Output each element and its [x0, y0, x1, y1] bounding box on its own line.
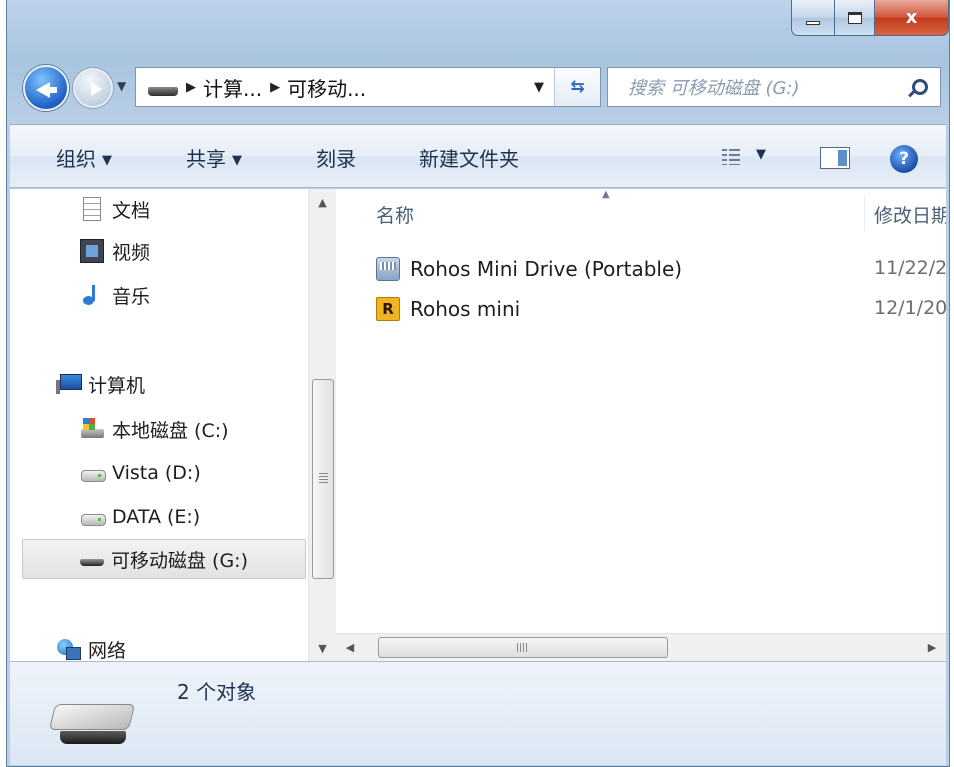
- scrollbar-thumb[interactable]: [378, 637, 668, 658]
- organize-label: 组织: [56, 147, 96, 171]
- minimize-icon: [806, 20, 820, 25]
- icon-letter: R: [382, 300, 394, 318]
- file-list: ▲ 名称 修改日期 Rohos Mini Drive (Portable) 11…: [336, 189, 946, 661]
- chevron-down-icon: ▼: [232, 153, 242, 168]
- nav-item-label: 网络: [88, 639, 127, 662]
- details-pane: 2 个对象: [10, 661, 946, 765]
- rohos-r-icon: R: [376, 297, 400, 321]
- nav-item-label: 本地磁盘 (C:): [112, 419, 229, 442]
- content-area: 文档 视频 音乐 计算机 本地磁盘 (C:) Vista (D:) DATA (…: [10, 189, 946, 661]
- address-bar[interactable]: ▶ 计算... ▶ 可移动... ▼ ⇆: [135, 67, 601, 107]
- explorer-window: x ▼ ▶ 计算... ▶ 可移动... ▼ ⇆ 搜索 可移动磁盘 (G:) 组…: [6, 0, 950, 767]
- drive-body: [48, 704, 136, 730]
- nav-item-videos[interactable]: 视频: [80, 231, 150, 271]
- removable-drive-icon: [48, 700, 136, 750]
- refresh-button[interactable]: ⇆: [554, 68, 600, 106]
- file-row[interactable]: Rohos Mini Drive (Portable) 11/22/2: [376, 251, 946, 287]
- grip-icon: [517, 643, 527, 652]
- file-list-scrollbar[interactable]: ◀ ▶: [336, 633, 946, 661]
- breadcrumb-arrow-icon[interactable]: ▶: [270, 80, 280, 95]
- help-glyph: ?: [899, 149, 909, 169]
- scroll-left-icon[interactable]: ◀: [336, 634, 364, 661]
- file-date: 11/22/2: [874, 257, 946, 279]
- music-icon: [80, 283, 104, 307]
- breadcrumb-computer[interactable]: 计算...: [203, 73, 262, 102]
- nav-item-documents[interactable]: 文档: [80, 189, 150, 229]
- search-box[interactable]: 搜索 可移动磁盘 (G:): [607, 67, 941, 107]
- nav-item-label: 音乐: [112, 285, 151, 308]
- videos-icon: [80, 239, 104, 263]
- scroll-up-icon[interactable]: ▲: [309, 189, 336, 215]
- removable-drive-icon: [148, 86, 178, 96]
- nav-item-music[interactable]: 音乐: [80, 275, 150, 315]
- nav-item-label: 计算机: [88, 374, 146, 397]
- scroll-right-icon[interactable]: ▶: [918, 634, 946, 661]
- close-button[interactable]: x: [875, 0, 949, 36]
- file-name: Rohos Mini Drive (Portable): [410, 257, 683, 281]
- nav-item-label: DATA (E:): [112, 506, 201, 528]
- sort-ascending-icon: ▲: [602, 189, 610, 200]
- back-button[interactable]: [23, 65, 69, 111]
- chevron-down-icon[interactable]: ▼: [756, 147, 766, 162]
- breadcrumb-removable-disk[interactable]: 可移动...: [287, 73, 366, 102]
- close-icon: x: [905, 7, 918, 28]
- nav-item-vista-d[interactable]: Vista (D:): [80, 453, 201, 493]
- column-header-date-modified[interactable]: 修改日期: [874, 201, 946, 228]
- caption-buttons: x: [791, 0, 949, 36]
- new-folder-label: 新建文件夹: [419, 147, 519, 171]
- nav-item-label: 视频: [112, 241, 151, 264]
- chevron-down-icon: ▼: [102, 153, 112, 168]
- command-bar: 组织 ▼ 共享 ▼ 刻录 新建文件夹 ▼ ?: [10, 124, 946, 188]
- forward-button[interactable]: [73, 68, 113, 108]
- new-folder-button[interactable]: 新建文件夹: [419, 143, 519, 172]
- column-header-name[interactable]: 名称: [376, 201, 414, 228]
- nav-item-label: Vista (D:): [112, 462, 201, 484]
- removable-drive-icon: [79, 547, 104, 571]
- maximize-icon: [847, 11, 862, 24]
- organize-button[interactable]: 组织 ▼: [56, 143, 112, 172]
- search-icon[interactable]: [912, 79, 928, 95]
- computer-icon: [56, 372, 82, 396]
- nav-item-data-e[interactable]: DATA (E:): [80, 497, 200, 537]
- minimize-button[interactable]: [791, 0, 835, 36]
- documents-icon: [83, 197, 101, 221]
- nav-item-local-disk-c[interactable]: 本地磁盘 (C:): [80, 409, 229, 449]
- scrollbar-thumb[interactable]: [312, 379, 334, 579]
- navigation-pane: 文档 视频 音乐 计算机 本地磁盘 (C:) Vista (D:) DATA (…: [10, 189, 308, 661]
- nav-item-label: 可移动磁盘 (G:): [111, 549, 248, 572]
- nav-item-removable-g[interactable]: 可移动磁盘 (G:): [22, 539, 306, 579]
- share-button[interactable]: 共享 ▼: [186, 143, 242, 172]
- local-disk-icon: [80, 417, 104, 441]
- change-view-icon[interactable]: [722, 149, 740, 165]
- maximize-button[interactable]: [835, 0, 875, 36]
- scroll-down-icon[interactable]: ▼: [309, 635, 336, 661]
- burn-label: 刻录: [316, 147, 356, 171]
- nav-item-network[interactable]: 网络: [56, 629, 126, 661]
- share-label: 共享: [186, 147, 226, 171]
- drive-base: [60, 731, 126, 744]
- file-row[interactable]: R Rohos mini 12/1/20: [376, 291, 946, 327]
- search-placeholder: 搜索 可移动磁盘 (G:): [628, 78, 800, 99]
- navigation-pane-scrollbar[interactable]: ▲ ▼: [308, 189, 336, 661]
- nav-item-label: 文档: [112, 199, 151, 222]
- burn-button[interactable]: 刻录: [316, 143, 356, 172]
- grip-icon: [319, 473, 328, 483]
- hard-drive-icon: [80, 505, 106, 529]
- application-icon: [376, 257, 400, 281]
- item-count: 2 个对象: [177, 680, 257, 704]
- column-divider[interactable]: [864, 195, 865, 231]
- preview-pane-icon[interactable]: [820, 147, 850, 169]
- breadcrumb-arrow-icon[interactable]: ▶: [186, 80, 196, 95]
- address-dropdown-icon[interactable]: ▼: [534, 80, 544, 95]
- hard-drive-icon: [80, 461, 106, 485]
- file-date: 12/1/20: [874, 297, 946, 319]
- network-icon: [56, 637, 81, 661]
- navigation-bar: ▼ ▶ 计算... ▶ 可移动... ▼ ⇆ 搜索 可移动磁盘 (G:): [17, 62, 941, 114]
- refresh-icon: ⇆: [570, 77, 585, 97]
- column-header-row: ▲ 名称 修改日期: [336, 189, 946, 237]
- nav-item-computer[interactable]: 计算机: [56, 364, 145, 404]
- help-icon[interactable]: ?: [890, 145, 918, 173]
- recent-pages-dropdown[interactable]: ▼: [117, 79, 126, 93]
- file-name: Rohos mini: [410, 297, 521, 321]
